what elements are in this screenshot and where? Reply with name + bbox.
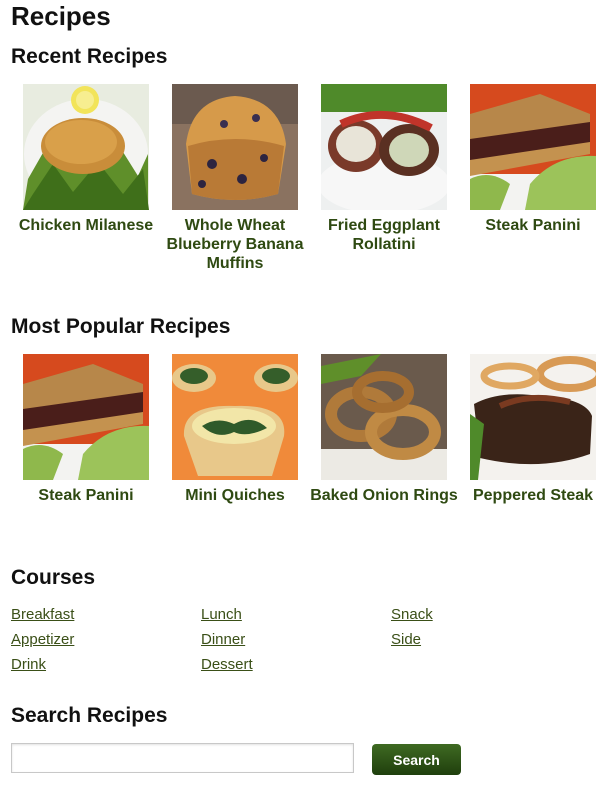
recipe-card[interactable]: Mini Quiches [172, 354, 298, 505]
recipe-card[interactable]: Peppered Steak [470, 354, 596, 505]
course-link-drink[interactable]: Drink [11, 656, 46, 673]
recipe-link[interactable]: Chicken Milanese [11, 216, 161, 235]
peppered-steak-photo[interactable] [470, 354, 596, 480]
steak-panini-photo[interactable] [23, 354, 149, 480]
mini-quiches-photo[interactable] [172, 354, 298, 480]
course-link-side[interactable]: Side [391, 631, 421, 648]
recipe-link[interactable]: Peppered Steak [458, 486, 608, 505]
search-input[interactable] [11, 743, 354, 773]
courses-list: Breakfast Lunch Snack Appetizer Dinner S… [11, 604, 601, 684]
search-recipes-heading: Search Recipes [11, 704, 168, 727]
recipe-link[interactable]: Baked Onion Rings [309, 486, 459, 505]
recipe-card[interactable]: Chicken Milanese [19, 84, 153, 235]
onion-rings-photo[interactable] [321, 354, 447, 480]
search-button[interactable]: Search [372, 744, 461, 775]
recipe-card[interactable]: Steak Panini [23, 354, 149, 505]
blueberry-muffin-photo[interactable] [172, 84, 298, 210]
course-link-appetizer[interactable]: Appetizer [11, 631, 74, 648]
recent-recipes-heading: Recent Recipes [11, 45, 168, 68]
course-link-lunch[interactable]: Lunch [201, 606, 242, 623]
page-title: Recipes [11, 1, 111, 31]
recipe-link[interactable]: Steak Panini [11, 486, 161, 505]
course-link-dessert[interactable]: Dessert [201, 656, 253, 673]
recipe-link[interactable]: Mini Quiches [160, 486, 310, 505]
recipe-card[interactable]: Whole Wheat Blueberry Banana Muffins [167, 84, 303, 273]
chicken-milanese-photo[interactable] [23, 84, 149, 210]
recipe-link[interactable]: Steak Panini [458, 216, 608, 235]
recipe-card[interactable]: Baked Onion Rings [310, 354, 458, 505]
recipe-card[interactable]: Steak Panini [470, 84, 596, 235]
courses-heading: Courses [11, 566, 96, 589]
popular-recipes-grid: Steak Panini Mini Quiches Baked Onion Ri… [23, 354, 598, 534]
recent-recipes-grid: Chicken Milanese Whole Wheat Blueberry B… [19, 84, 598, 272]
recipe-card[interactable]: Fried Eggplant Rollatini [321, 84, 447, 254]
course-link-snack[interactable]: Snack [391, 606, 433, 623]
steak-panini-photo[interactable] [470, 84, 596, 210]
recipe-link[interactable]: Whole Wheat Blueberry Banana Muffins [160, 216, 310, 273]
recipe-link[interactable]: Fried Eggplant Rollatini [309, 216, 459, 254]
course-link-dinner[interactable]: Dinner [201, 631, 245, 648]
eggplant-rollatini-photo[interactable] [321, 84, 447, 210]
popular-recipes-heading: Most Popular Recipes [11, 315, 231, 338]
course-link-breakfast[interactable]: Breakfast [11, 606, 74, 623]
